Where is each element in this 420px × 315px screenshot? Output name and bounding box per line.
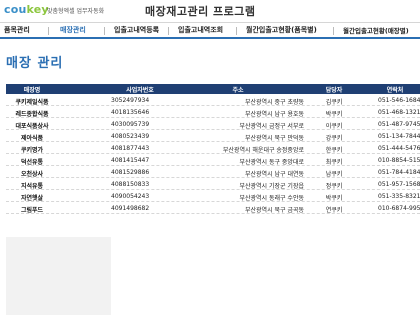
column-header-phone[interactable]: 연락처 xyxy=(380,85,410,94)
empty-rows-area xyxy=(6,237,111,315)
business-number: 3052497934 xyxy=(111,97,150,104)
phone-number: 051-444-5476 xyxy=(378,145,420,152)
nav-separator xyxy=(168,27,169,35)
logo-text-highlight: key xyxy=(26,3,49,16)
store-address: 부산광역시 남구 용호동 xyxy=(244,111,304,118)
phone-number: 010-8854-5154 xyxy=(378,157,420,164)
table-row[interactable]: 덕선유통 4081415447 부산광역시 동구 중앙대로 최쿠키 010-88… xyxy=(6,155,420,166)
app-header: coukey 맞춤형엑셀 업무자동화 매장재고관리 프로그램 xyxy=(0,0,420,22)
table-row[interactable]: 쿠키제일식품 3052497934 부산광역시 중구 초량동 김쿠키 051-5… xyxy=(6,95,420,106)
manager-name: 남쿠키 xyxy=(325,171,343,178)
manager-name: 강쿠키 xyxy=(325,135,343,142)
store-address: 부산광역시 중구 초량동 xyxy=(244,99,304,106)
table-header: 매장명 사업자번호 주소 담당자 연락처 xyxy=(6,84,420,94)
table-row[interactable]: 레드종합식품 4018135646 부산광역시 남구 용호동 박쿠키 051-4… xyxy=(6,107,420,118)
business-number: 4088150833 xyxy=(111,181,150,188)
nav-item-store-management[interactable]: 매장관리 xyxy=(60,25,86,35)
manager-name: 최쿠키 xyxy=(325,159,343,166)
nav-item-monthly-by-store[interactable]: 월간입출고현황(매장별) xyxy=(343,25,409,35)
app-title: 매장재고관리 프로그램 xyxy=(145,5,256,18)
phone-number: 051-957-1568 xyxy=(378,181,420,188)
phone-number: 051-335-8321 xyxy=(378,193,420,200)
nav-separator xyxy=(333,27,334,35)
manager-name: 한쿠키 xyxy=(325,147,343,154)
store-name: 대포식품상사 xyxy=(15,123,49,130)
nav-item-inout-register[interactable]: 입출고내역등록 xyxy=(114,25,159,35)
manager-name: 연쿠키 xyxy=(325,207,343,214)
logo-text-main: cou xyxy=(4,3,27,16)
nav-separator xyxy=(236,27,237,35)
business-number: 4081877443 xyxy=(111,145,150,152)
column-header-address[interactable]: 주소 xyxy=(218,85,258,94)
business-number: 4081415447 xyxy=(111,157,150,164)
phone-number: 051-546-1684 xyxy=(378,97,420,104)
store-address: 부산광역시 남구 대연동 xyxy=(244,171,304,178)
manager-name: 정쿠키 xyxy=(325,183,343,190)
store-name: 그림푸드 xyxy=(20,207,44,214)
logo-tagline: 맞춤형엑셀 업무자동화 xyxy=(47,8,105,15)
column-header-business-number[interactable]: 사업자번호 xyxy=(114,85,166,94)
table-row[interactable]: 그림푸드 4091498682 부산광역시 북구 금곡동 연쿠키 010-687… xyxy=(6,203,420,214)
business-number: 4090054243 xyxy=(111,193,150,200)
manager-name: 박쿠키 xyxy=(325,111,343,118)
phone-number: 051-134-7844 xyxy=(378,133,420,140)
coukey-logo: coukey xyxy=(4,3,49,16)
nav-item-product-management[interactable]: 품목관리 xyxy=(4,25,30,35)
store-address: 부산광역시 기장군 기장읍 xyxy=(239,183,304,190)
business-number: 4080523439 xyxy=(111,133,150,140)
nav-separator xyxy=(48,27,49,35)
business-number: 4030095739 xyxy=(111,121,150,128)
phone-number: 010-6874-9951 xyxy=(378,205,420,212)
column-header-store-name[interactable]: 매장명 xyxy=(6,85,58,94)
business-number: 4018135646 xyxy=(111,109,150,116)
store-address: 부산광역시 동래구 수안동 xyxy=(239,195,304,202)
table-row[interactable]: 제아식품 4080523439 부산광역시 북구 만덕동 강쿠키 051-134… xyxy=(6,131,420,142)
store-name: 쿠키명가 xyxy=(20,147,44,154)
table-row[interactable]: 지석유통 4088150833 부산광역시 기장군 기장읍 정쿠키 051-95… xyxy=(6,179,420,190)
phone-number: 051-468-1321 xyxy=(378,109,420,116)
nav-separator xyxy=(104,27,105,35)
store-address: 부산광역시 북구 만덕동 xyxy=(244,135,304,142)
business-number: 4091498682 xyxy=(111,205,150,212)
table-row[interactable]: 자연햇살 4090054243 부산광역시 동래구 수안동 박쿠키 051-33… xyxy=(6,191,420,202)
store-name: 쿠키제일식품 xyxy=(15,99,49,106)
business-number: 4081529886 xyxy=(111,169,150,176)
page-title: 매장 관리 xyxy=(6,56,64,71)
table-row[interactable]: 쿠키명가 4081877443 부산광역시 해운대구 송정중앙로 한쿠키 051… xyxy=(6,143,420,154)
store-name: 오천상사 xyxy=(20,171,44,178)
store-address: 부산광역시 북구 금곡동 xyxy=(244,207,304,214)
manager-name: 김쿠키 xyxy=(325,99,343,106)
store-name: 덕선유통 xyxy=(20,159,44,166)
main-nav: 품목관리 매장관리 입출고내역등록 입출고내역조회 월간입출고현황(품목별) 월… xyxy=(0,22,420,39)
store-name: 제아식품 xyxy=(20,135,44,142)
nav-item-inout-search[interactable]: 입출고내역조회 xyxy=(178,25,223,35)
store-name: 레드종합식품 xyxy=(15,111,49,118)
column-header-manager[interactable]: 담당자 xyxy=(319,85,349,94)
phone-number: 051-784-4184 xyxy=(378,169,420,176)
phone-number: 051-487-9745 xyxy=(378,121,420,128)
nav-item-monthly-by-product[interactable]: 월간입출고현황(품목별) xyxy=(246,25,317,35)
manager-name: 이쿠키 xyxy=(325,123,343,130)
store-name: 지석유통 xyxy=(20,183,44,190)
store-address: 부산광역시 금정구 서부로 xyxy=(239,123,304,130)
table-row[interactable]: 오천상사 4081529886 부산광역시 남구 대연동 남쿠키 051-784… xyxy=(6,167,420,178)
store-address: 부산광역시 해운대구 송정중앙로 xyxy=(222,147,304,154)
store-address: 부산광역시 동구 중앙대로 xyxy=(239,159,304,166)
table-row[interactable]: 대포식품상사 4030095739 부산광역시 금정구 서부로 이쿠키 051-… xyxy=(6,119,420,130)
manager-name: 박쿠키 xyxy=(325,195,343,202)
store-name: 자연햇살 xyxy=(20,195,44,202)
